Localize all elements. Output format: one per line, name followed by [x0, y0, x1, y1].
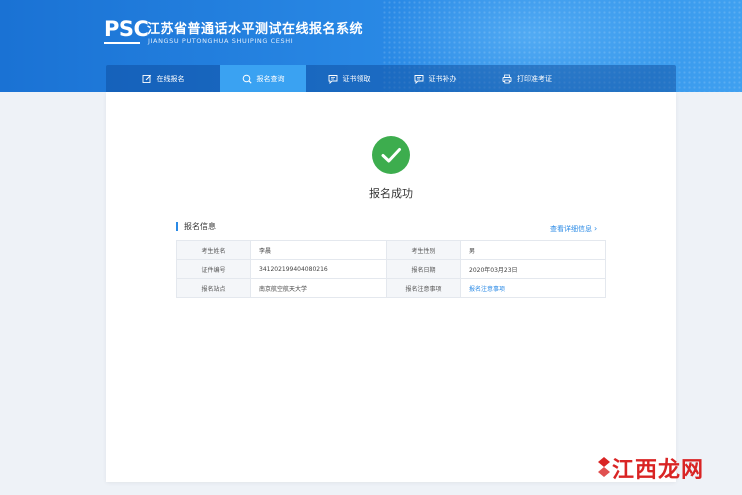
- nav-item-registration-query[interactable]: 报名查询: [220, 65, 306, 92]
- chat-icon: [328, 74, 338, 84]
- view-details-label: 查看详细信息: [550, 225, 592, 233]
- value-registration-site: 南京航空航天大学: [250, 278, 387, 298]
- view-details-link[interactable]: 查看详细信息 ›: [550, 224, 597, 234]
- logo-underline: [104, 42, 140, 44]
- nav-item-certificate-reissue[interactable]: 证书补办: [392, 65, 478, 92]
- label-name: 考生姓名: [176, 240, 251, 260]
- site-header: PSC 江苏省普通话水平测试在线报名系统 JIANGSU PUTONGHUA S…: [0, 0, 742, 92]
- table-row: 报名站点 南京航空航天大学 报名注意事项 报名注意事项: [176, 278, 606, 298]
- registration-info-table: 考生姓名 李晨 考生性别 男 证件编号 341202199404080216 报…: [176, 240, 606, 298]
- label-registration-notes: 报名注意事项: [386, 278, 461, 298]
- label-gender: 考生性别: [386, 240, 461, 260]
- chevron-right-icon: ›: [594, 224, 598, 233]
- site-subtitle: JIANGSU PUTONGHUA SHUIPING CESHI: [148, 37, 294, 45]
- nav-item-label: 证书补办: [428, 74, 457, 83]
- label-registration-site: 报名站点: [176, 278, 251, 298]
- value-gender: 男: [460, 240, 606, 260]
- nav-item-label: 证书领取: [342, 74, 371, 83]
- site-title: 江苏省普通话水平测试在线报名系统: [147, 22, 364, 37]
- value-registration-date: 2020年03月23日: [460, 259, 606, 279]
- table-row: 证件编号 341202199404080216 报名日期 2020年03月23日: [176, 259, 606, 279]
- success-message: 报名成功: [369, 187, 413, 200]
- success-check-icon: [372, 136, 410, 174]
- watermark: 江西龙网: [596, 450, 736, 484]
- section-title-registration-info: 报名信息: [176, 222, 216, 231]
- nav-item-print-admission-ticket[interactable]: 打印准考证: [478, 65, 576, 92]
- label-registration-date: 报名日期: [386, 259, 461, 279]
- chat-icon: [414, 74, 424, 84]
- watermark-text: 江西龙网: [612, 457, 705, 483]
- nav-item-label: 报名查询: [256, 74, 285, 83]
- nav-item-online-registration[interactable]: 在线报名: [106, 65, 220, 92]
- value-id-number: 341202199404080216: [250, 259, 387, 279]
- nav-item-certificate-collection[interactable]: 证书领取: [306, 65, 392, 92]
- watermark-logo-icon: [598, 457, 610, 477]
- value-name: 李晨: [250, 240, 387, 260]
- psc-logo: PSC: [104, 18, 149, 44]
- nav-item-label: 在线报名: [156, 74, 185, 83]
- edit-icon: [142, 74, 152, 84]
- main-nav: 在线报名 报名查询 证书领取 证书补办 打印准考证: [106, 65, 676, 92]
- label-id-number: 证件编号: [176, 259, 251, 279]
- logo-text: PSC: [104, 17, 149, 41]
- table-row: 考生姓名 李晨 考生性别 男: [176, 240, 606, 260]
- nav-item-label: 打印准考证: [517, 74, 552, 83]
- registration-notes-link[interactable]: 报名注意事项: [460, 278, 606, 298]
- search-icon: [242, 74, 252, 84]
- printer-icon: [502, 74, 512, 84]
- result-card: 报名成功 报名信息 查看详细信息 › 考生姓名 李晨 考生性别 男 证件编号 34…: [106, 92, 676, 482]
